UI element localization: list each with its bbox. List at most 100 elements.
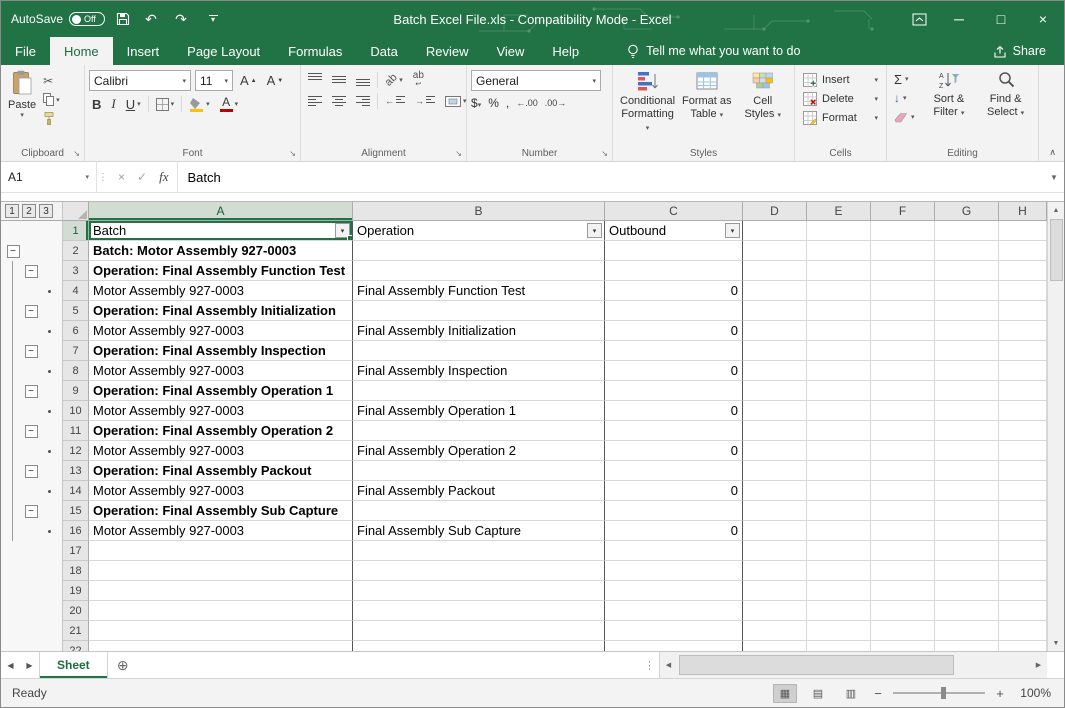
cell-E8[interactable]	[807, 361, 871, 381]
cell-C15[interactable]	[605, 501, 743, 521]
cell-D20[interactable]	[743, 601, 807, 621]
row-header-8[interactable]: 8	[63, 361, 89, 381]
top-align-button[interactable]	[305, 72, 325, 87]
cell-H7[interactable]	[999, 341, 1047, 361]
cell-A2[interactable]: Batch: Motor Assembly 927-0003	[89, 241, 353, 261]
cell-C18[interactable]	[605, 561, 743, 581]
cell-E14[interactable]	[807, 481, 871, 501]
row-header-20[interactable]: 20	[63, 601, 89, 621]
row-header-9[interactable]: 9	[63, 381, 89, 401]
name-box-resize-handle[interactable]: ⋮	[97, 162, 109, 192]
cell-C21[interactable]	[605, 621, 743, 641]
row-header-6[interactable]: 6	[63, 321, 89, 341]
autosum-button[interactable]: Σ▾	[891, 70, 918, 88]
cell-D15[interactable]	[743, 501, 807, 521]
tab-insert[interactable]: Insert	[113, 37, 174, 65]
cell-B5[interactable]	[353, 301, 605, 321]
italic-button[interactable]: I	[108, 95, 118, 113]
scroll-left-button[interactable]: ◀	[660, 652, 677, 678]
row-header-2[interactable]: 2	[63, 241, 89, 261]
cell-A17[interactable]	[89, 541, 353, 561]
row-header-19[interactable]: 19	[63, 581, 89, 601]
cell-E5[interactable]	[807, 301, 871, 321]
cell-G8[interactable]	[935, 361, 999, 381]
cell-C5[interactable]	[605, 301, 743, 321]
cell-F1[interactable]	[871, 221, 935, 241]
insert-function-button[interactable]: fx	[159, 169, 168, 185]
cell-C22[interactable]	[605, 641, 743, 651]
cell-C1[interactable]: Outbound▾	[605, 221, 743, 241]
autosave-toggle[interactable]: Off	[69, 12, 105, 26]
cell-A10[interactable]: Motor Assembly 927-0003	[89, 401, 353, 421]
cell-D18[interactable]	[743, 561, 807, 581]
fill-handle[interactable]	[347, 235, 352, 240]
cell-A20[interactable]	[89, 601, 353, 621]
cell-D22[interactable]	[743, 641, 807, 651]
decrease-decimal-button[interactable]: .00→	[545, 98, 567, 108]
cell-F4[interactable]	[871, 281, 935, 301]
cell-E21[interactable]	[807, 621, 871, 641]
cell-G2[interactable]	[935, 241, 999, 261]
outline-collapse-button-row-15[interactable]: −	[25, 505, 38, 518]
normal-view-button[interactable]: ▦	[773, 684, 797, 703]
cell-A16[interactable]: Motor Assembly 927-0003	[89, 521, 353, 541]
cell-E2[interactable]	[807, 241, 871, 261]
shrink-font-button[interactable]: A▼	[264, 72, 287, 89]
cell-A22[interactable]	[89, 641, 353, 651]
cell-D16[interactable]	[743, 521, 807, 541]
cell-A7[interactable]: Operation: Final Assembly Inspection	[89, 341, 353, 361]
cell-A8[interactable]: Motor Assembly 927-0003	[89, 361, 353, 381]
cell-D9[interactable]	[743, 381, 807, 401]
cell-E10[interactable]	[807, 401, 871, 421]
cell-F13[interactable]	[871, 461, 935, 481]
outline-level-3-button[interactable]: 3	[39, 204, 53, 218]
cell-B4[interactable]: Final Assembly Function Test	[353, 281, 605, 301]
outline-collapse-button-row-9[interactable]: −	[25, 385, 38, 398]
conditional-formatting-button[interactable]: Conditional Formatting ▾	[617, 68, 678, 137]
paste-button[interactable]: Paste ▾	[5, 68, 39, 123]
merge-center-button[interactable]: ▾	[442, 95, 470, 108]
outline-level-1-button[interactable]: 1	[5, 204, 19, 218]
cell-D1[interactable]	[743, 221, 807, 241]
zoom-in-button[interactable]: +	[994, 686, 1006, 701]
cell-A15[interactable]: Operation: Final Assembly Sub Capture	[89, 501, 353, 521]
cell-E9[interactable]	[807, 381, 871, 401]
row-header-14[interactable]: 14	[63, 481, 89, 501]
bold-button[interactable]: B	[89, 96, 104, 113]
row-header-5[interactable]: 5	[63, 301, 89, 321]
scroll-up-button[interactable]: ▲	[1048, 202, 1064, 218]
cell-G11[interactable]	[935, 421, 999, 441]
delete-cells-button[interactable]: Delete ▾	[799, 89, 882, 108]
cell-A13[interactable]: Operation: Final Assembly Packout	[89, 461, 353, 481]
horizontal-scrollbar[interactable]: ◀ ▶	[659, 652, 1047, 678]
sheet-nav-left-button[interactable]: ◀	[1, 652, 20, 678]
cell-E15[interactable]	[807, 501, 871, 521]
cell-C13[interactable]	[605, 461, 743, 481]
cell-F22[interactable]	[871, 641, 935, 651]
outline-level-2-button[interactable]: 2	[22, 204, 36, 218]
cell-C14[interactable]: 0	[605, 481, 743, 501]
cell-E22[interactable]	[807, 641, 871, 651]
column-header-F[interactable]: F	[871, 202, 935, 221]
cell-E11[interactable]	[807, 421, 871, 441]
collapse-ribbon-button[interactable]: ∧	[1049, 147, 1056, 158]
undo-button[interactable]: ↶▾	[141, 5, 165, 33]
cell-G21[interactable]	[935, 621, 999, 641]
page-break-view-button[interactable]: ▥	[839, 684, 863, 703]
row-header-16[interactable]: 16	[63, 521, 89, 541]
cell-D2[interactable]	[743, 241, 807, 261]
cell-A5[interactable]: Operation: Final Assembly Initialization	[89, 301, 353, 321]
cell-E3[interactable]	[807, 261, 871, 281]
cell-C3[interactable]	[605, 261, 743, 281]
cell-C7[interactable]	[605, 341, 743, 361]
cell-F2[interactable]	[871, 241, 935, 261]
cell-H16[interactable]	[999, 521, 1047, 541]
cell-E19[interactable]	[807, 581, 871, 601]
cell-E20[interactable]	[807, 601, 871, 621]
cell-A12[interactable]: Motor Assembly 927-0003	[89, 441, 353, 461]
cell-H10[interactable]	[999, 401, 1047, 421]
column-header-G[interactable]: G	[935, 202, 999, 221]
cell-D12[interactable]	[743, 441, 807, 461]
cell-C8[interactable]: 0	[605, 361, 743, 381]
cell-G3[interactable]	[935, 261, 999, 281]
